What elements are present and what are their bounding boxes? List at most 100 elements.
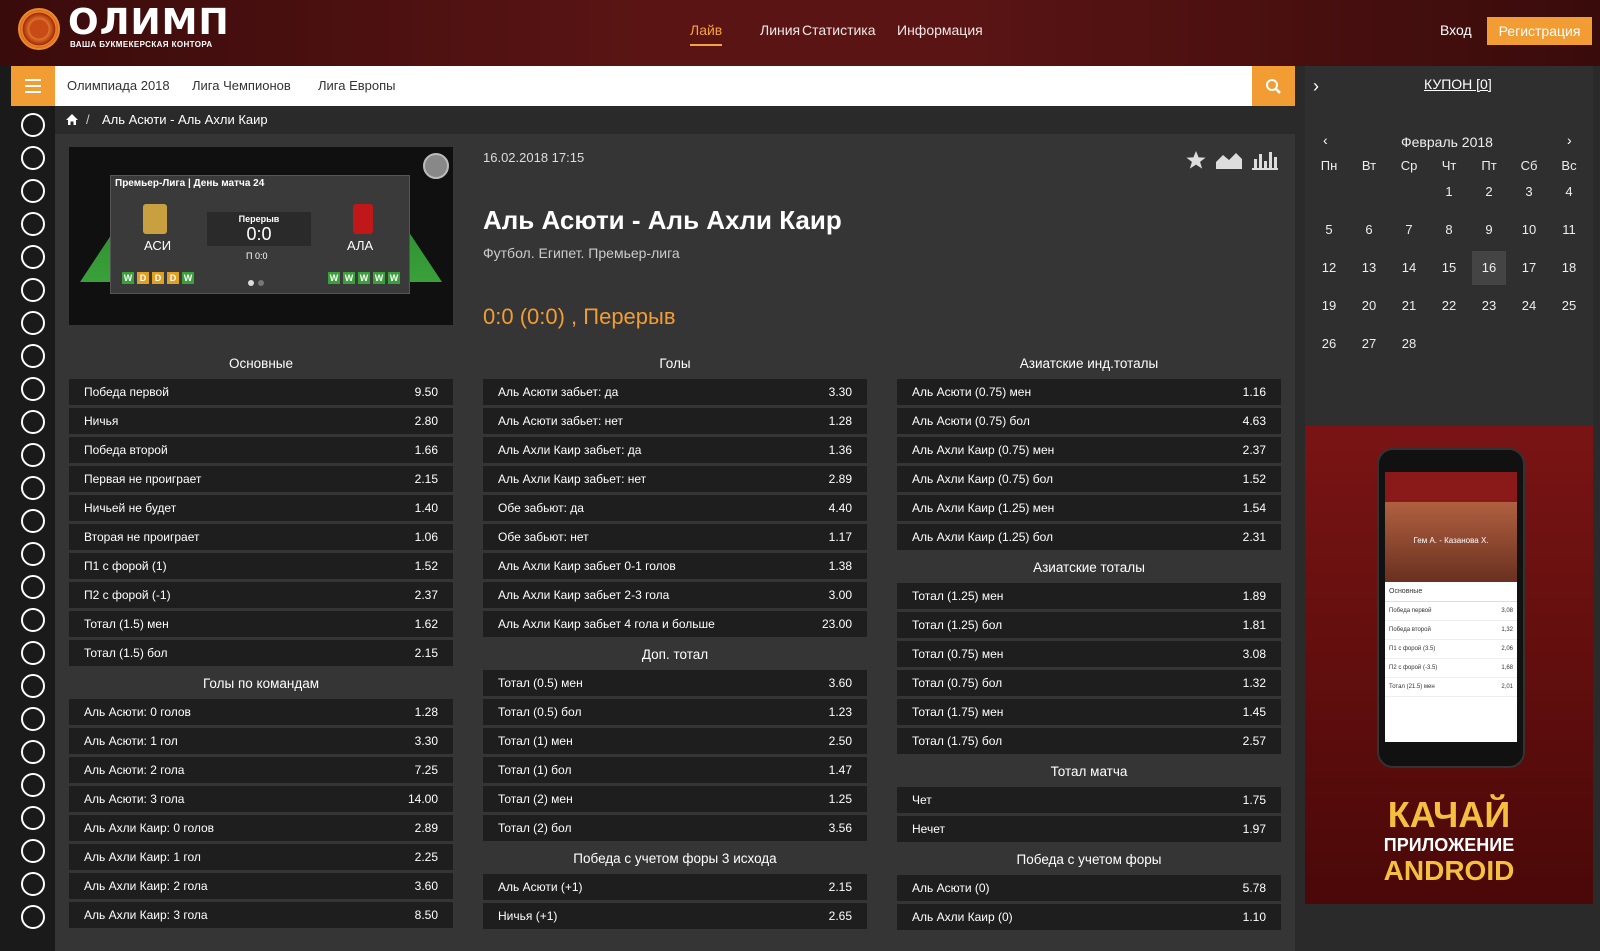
odds-value[interactable]: 1.40 (415, 501, 438, 515)
calendar-day[interactable]: 9 (1472, 213, 1506, 247)
calendar-day[interactable]: 22 (1432, 289, 1466, 323)
rugby-icon[interactable] (21, 509, 45, 533)
odds-row[interactable]: Аль Асюти: 2 гола 7.25 (69, 757, 453, 783)
odds-value[interactable]: 3.30 (829, 385, 852, 399)
athletics-icon[interactable] (21, 377, 45, 401)
odds-row[interactable]: Тотал (1.5) бол 2.15 (69, 640, 453, 666)
odds-value[interactable]: 1.28 (415, 705, 438, 719)
android-app-banner[interactable]: Гем А. - Казанова Х. Основные Победа пер… (1305, 426, 1593, 904)
odds-value[interactable]: 2.15 (415, 472, 438, 486)
odds-row[interactable]: Тотал (0.5) мен 3.60 (483, 670, 867, 696)
odds-value[interactable]: 1.28 (829, 414, 852, 428)
calendar-day[interactable]: 2 (1472, 175, 1506, 209)
odds-row[interactable]: Аль Ахли Каир: 3 гола 8.50 (69, 902, 453, 928)
odds-row[interactable]: Тотал (0.75) бол 1.32 (897, 670, 1281, 696)
odds-row[interactable]: П1 с форой (1) 1.52 (69, 553, 453, 579)
odds-value[interactable]: 2.37 (1243, 443, 1266, 457)
odds-value[interactable]: 23.00 (822, 617, 852, 631)
slide-dot[interactable] (248, 280, 254, 286)
swimming-icon[interactable] (21, 806, 45, 830)
odds-row[interactable]: Победа второй 1.66 (69, 437, 453, 463)
slide-dot[interactable] (258, 280, 264, 286)
odds-row[interactable]: Тотал (1.75) мен 1.45 (897, 699, 1281, 725)
volleyball-icon[interactable] (21, 245, 45, 269)
odds-value[interactable]: 2.89 (415, 821, 438, 835)
nav-live[interactable]: Лайв (690, 22, 723, 46)
odds-row[interactable]: Аль Асюти (0.75) мен 1.16 (897, 379, 1281, 405)
odds-value[interactable]: 4.63 (1243, 414, 1266, 428)
darts-icon[interactable] (21, 674, 45, 698)
odds-value[interactable]: 3.60 (829, 676, 852, 690)
calendar-day[interactable]: 13 (1352, 251, 1386, 285)
odds-value[interactable]: 1.23 (829, 705, 852, 719)
odds-value[interactable]: 1.47 (829, 763, 852, 777)
nav-info[interactable]: Информация (897, 22, 983, 38)
calendar-day[interactable]: 16 (1472, 251, 1506, 285)
tennis-icon[interactable] (21, 146, 45, 170)
nav-line[interactable]: Линия (760, 22, 800, 38)
calendar-day[interactable]: 25 (1552, 289, 1586, 323)
badminton-icon[interactable] (21, 311, 45, 335)
calendar-day[interactable]: 6 (1352, 213, 1386, 247)
favorite-star-icon[interactable] (1185, 150, 1207, 175)
calendar-day[interactable]: 18 (1552, 251, 1586, 285)
odds-value[interactable]: 3.60 (415, 879, 438, 893)
odds-row[interactable]: Аль Асюти: 3 гола 14.00 (69, 786, 453, 812)
calendar-day[interactable]: 17 (1512, 251, 1546, 285)
odds-value[interactable]: 4.40 (829, 501, 852, 515)
odds-row[interactable]: Аль Асюти забьет: нет 1.28 (483, 408, 867, 434)
menu-icon[interactable] (423, 153, 449, 179)
coupon-label[interactable]: КУПОН [0] (1424, 76, 1492, 92)
tab-olympics[interactable]: Олимпиада 2018 (67, 78, 170, 93)
motorsport-icon[interactable] (21, 773, 45, 797)
odds-value[interactable]: 1.89 (1243, 589, 1266, 603)
tab-champions-league[interactable]: Лига Чемпионов (192, 78, 291, 93)
odds-row[interactable]: Тотал (0.75) мен 3.08 (897, 641, 1281, 667)
calendar-day[interactable]: 5 (1312, 213, 1346, 247)
logo-emblem-icon[interactable] (18, 8, 60, 50)
odds-row[interactable]: Аль Асюти: 0 голов 1.28 (69, 699, 453, 725)
bobsleigh-icon[interactable] (21, 542, 45, 566)
odds-value[interactable]: 1.10 (1243, 910, 1266, 924)
odds-value[interactable]: 1.81 (1243, 618, 1266, 632)
odds-row[interactable]: Аль Ахли Каир: 2 гола 3.60 (69, 873, 453, 899)
figure-skating-icon[interactable] (21, 839, 45, 863)
search-button[interactable] (1252, 66, 1295, 106)
calendar-day[interactable]: 21 (1392, 289, 1426, 323)
combat-sports-icon[interactable] (21, 905, 45, 929)
bar-chart-icon[interactable] (1251, 150, 1279, 175)
odds-value[interactable]: 2.15 (829, 880, 852, 894)
login-link[interactable]: Вход (1440, 22, 1472, 38)
odds-row[interactable]: Нечет 1.97 (897, 816, 1281, 842)
calendar-next-icon[interactable]: › (1567, 132, 1572, 148)
odds-row[interactable]: Аль Асюти (0) 5.78 (897, 875, 1281, 901)
calendar-prev-icon[interactable]: ‹ (1323, 132, 1328, 148)
snooker-icon[interactable] (21, 476, 45, 500)
odds-row[interactable]: Обе забьют: да 4.40 (483, 495, 867, 521)
odds-value[interactable]: 3.30 (415, 734, 438, 748)
odds-row[interactable]: Аль Ахли Каир забьет 0-1 голов 1.38 (483, 553, 867, 579)
odds-row[interactable]: Аль Ахли Каир забьет: нет 2.89 (483, 466, 867, 492)
odds-value[interactable]: 1.06 (415, 530, 438, 544)
tab-europa-league[interactable]: Лига Европы (318, 78, 396, 93)
calendar-day[interactable]: 10 (1512, 213, 1546, 247)
odds-row[interactable]: П2 с форой (-1) 2.37 (69, 582, 453, 608)
odds-row[interactable]: Тотал (1.25) мен 1.89 (897, 583, 1281, 609)
odds-value[interactable]: 1.52 (415, 559, 438, 573)
odds-value[interactable]: 14.00 (408, 792, 438, 806)
odds-value[interactable]: 2.50 (829, 734, 852, 748)
curling-icon[interactable] (21, 707, 45, 731)
odds-value[interactable]: 3.56 (829, 821, 852, 835)
hockey-stick-icon[interactable] (21, 608, 45, 632)
odds-value[interactable]: 1.97 (1243, 822, 1266, 836)
odds-row[interactable]: Первая не проиграет 2.15 (69, 466, 453, 492)
odds-value[interactable]: 2.31 (1243, 530, 1266, 544)
odds-row[interactable]: Тотал (2) бол 3.56 (483, 815, 867, 841)
calendar-day[interactable]: 1 (1432, 175, 1466, 209)
odds-row[interactable]: Аль Асюти забьет: да 3.30 (483, 379, 867, 405)
odds-value[interactable]: 5.78 (1243, 881, 1266, 895)
soccer-icon[interactable] (21, 113, 45, 137)
calendar-day[interactable]: 28 (1392, 327, 1426, 361)
calendar-day[interactable]: 7 (1392, 213, 1426, 247)
menu-hamburger-icon[interactable] (11, 66, 55, 106)
